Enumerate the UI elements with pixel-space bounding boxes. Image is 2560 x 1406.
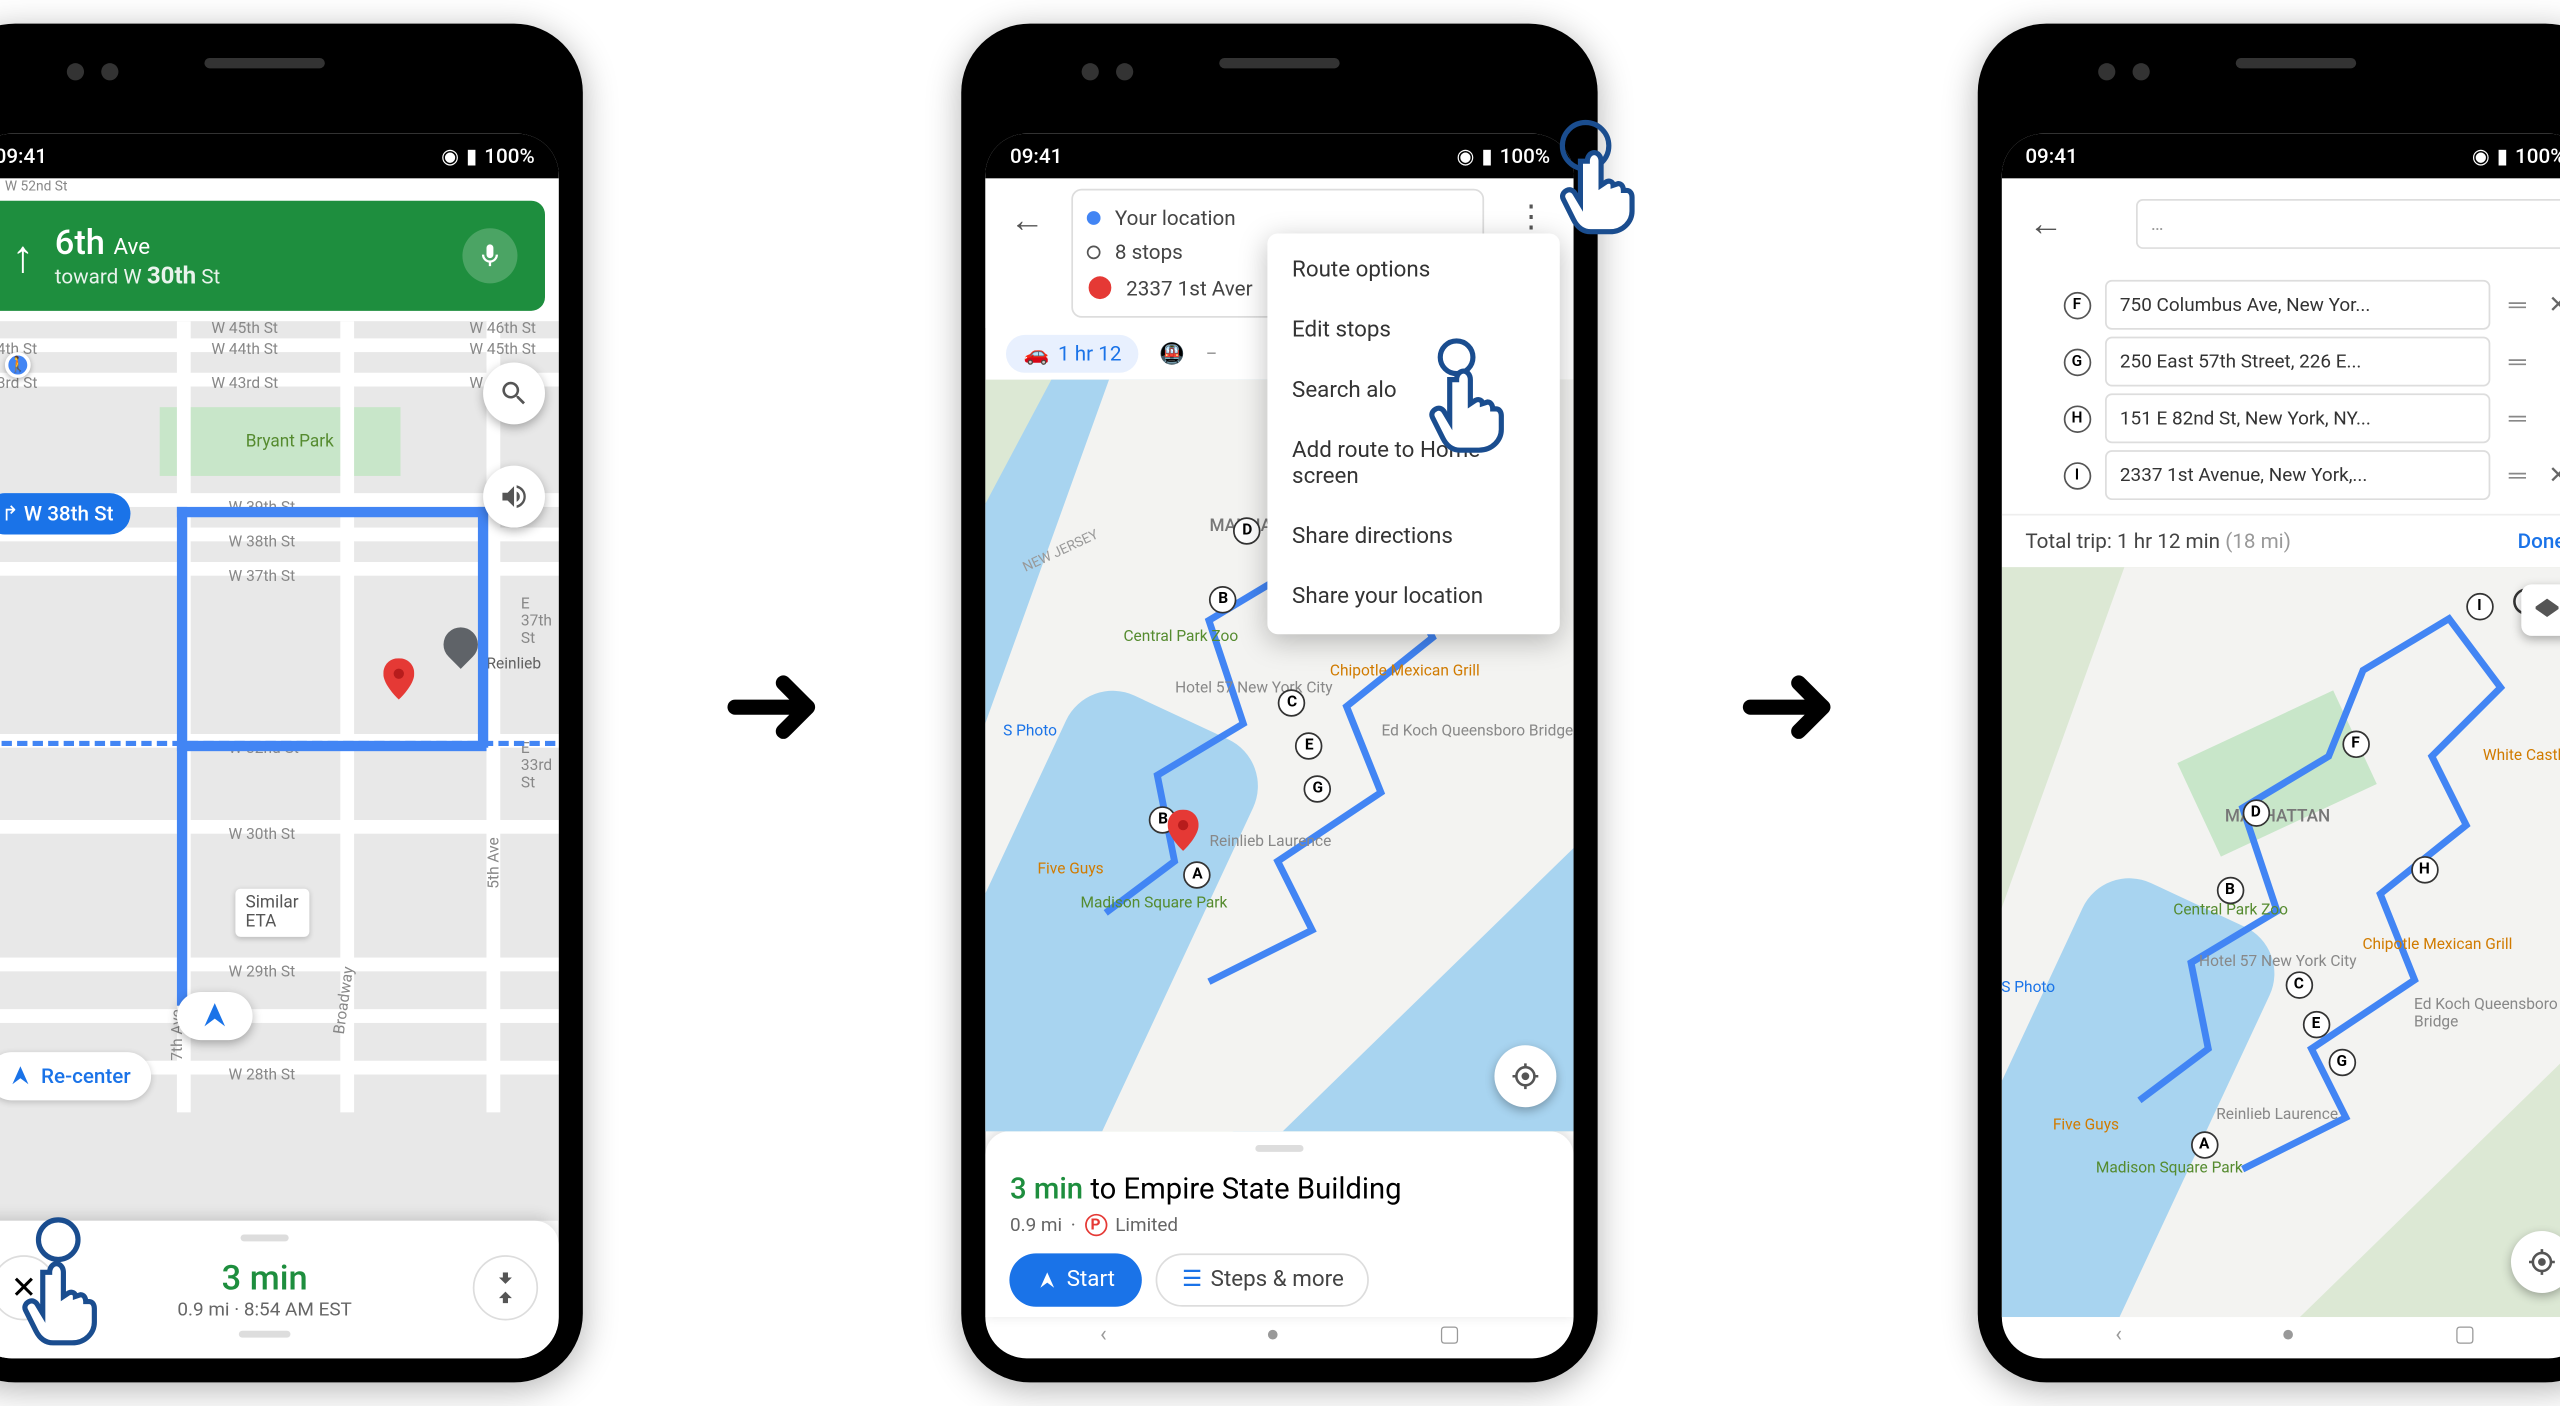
stop-row-h[interactable]: H 151 E 82nd St, New York, NY... ═ ✕: [2063, 393, 2560, 443]
status-time: 09:41: [0, 144, 47, 168]
nav-recent-icon[interactable]: ▢: [1439, 1321, 1460, 1347]
phone-directions: 09:41 ◉▮100% ← Your location 8 stops ⬤23…: [962, 24, 1598, 1383]
drag-handle-icon[interactable]: ═: [2503, 347, 2531, 376]
arrow-right-icon: ➜: [720, 630, 824, 776]
steps-button[interactable]: ☰ Steps & more: [1156, 1253, 1369, 1306]
menu-share-dir[interactable]: Share directions: [1268, 507, 1560, 567]
drag-handle-icon[interactable]: ═: [2503, 404, 2531, 433]
nav-back-icon[interactable]: ‹: [1100, 1321, 1107, 1347]
phone-nav: 09:41 ◉▮100% W 52nd St ↑ 6th Ave toward …: [0, 24, 583, 1383]
drag-handle-icon[interactable]: ═: [2503, 290, 2531, 319]
stop-letter: F: [2063, 291, 2091, 319]
walk-icon: 🚶: [5, 352, 31, 378]
remove-stop-icon[interactable]: ✕: [2545, 291, 2560, 319]
mode-drive[interactable]: 🚗1 hr 12: [1007, 335, 1139, 373]
routes-button[interactable]: [473, 1255, 538, 1320]
drag-handle-icon[interactable]: ═: [2503, 460, 2531, 489]
stop-row-f[interactable]: F 750 Columbus Ave, New Yor... ═ ✕: [2063, 280, 2560, 330]
done-button[interactable]: Done: [2518, 529, 2560, 553]
map-nav[interactable]: Bryant Park W 44th St W 43rd St W 45th S…: [0, 321, 559, 1221]
destination-pin-icon: [383, 658, 414, 689]
nav-bar: ‹●▢: [2001, 1317, 2560, 1358]
nav-home-icon[interactable]: ●: [1266, 1320, 1280, 1348]
nav-bar: ‹ ● ▢: [986, 1317, 1574, 1358]
mic-icon[interactable]: [462, 228, 517, 283]
tap-hint-menu: [1553, 141, 1636, 244]
tap-hint-edit: [1423, 359, 1506, 462]
phone-edit-stops: 09:41 ◉▮100% ← … F 750 Columbus Ave, New…: [1977, 24, 2560, 1383]
pin-icon: ⬤: [1087, 275, 1112, 301]
back-button[interactable]: ←: [2018, 192, 2073, 256]
nav-arrow-icon: ↑: [12, 229, 34, 282]
menu-popup: Route options Edit stops Search alo Add …: [1268, 233, 1560, 634]
nav-instruction[interactable]: ↑ 6th Ave toward W 30th St: [0, 201, 545, 311]
stop-row-i[interactable]: I 2337 1st Avenue, New York,... ═ ✕: [2063, 450, 2560, 500]
menu-search-along[interactable]: Search alo: [1268, 361, 1560, 421]
trip-summary: Total trip: 1 hr 12 min (18 mi) Done: [2001, 514, 2560, 567]
similar-eta: Similar ETA: [235, 889, 309, 937]
stop-row-g[interactable]: G 250 East 57th Street, 226 E... ═ ✕: [2063, 337, 2560, 387]
stop-letter: I: [2063, 461, 2091, 489]
layers-icon[interactable]: [2521, 584, 2560, 636]
route-sheet[interactable]: 3 min to Empire State Building 0.9 mi · …: [986, 1131, 1574, 1317]
eta-time: 3 min: [57, 1256, 473, 1297]
street-pill: ↱ W 38th St: [0, 493, 131, 534]
car-icon: 🚗: [1024, 342, 1050, 366]
start-button[interactable]: Start: [1010, 1253, 1142, 1306]
arrow-right-icon: ➜: [1736, 630, 1840, 776]
search-icon[interactable]: [483, 362, 545, 424]
recenter-button[interactable]: Re-center: [0, 1052, 151, 1100]
menu-edit-stops[interactable]: Edit stops: [1268, 301, 1560, 361]
stop-letter: H: [2063, 405, 2091, 433]
remove-stop-icon[interactable]: ✕: [2545, 461, 2560, 489]
status-bar: 09:41 ◉▮100%: [2001, 134, 2560, 179]
status-bar: 09:41 ◉▮100%: [0, 134, 559, 179]
stop-letter: G: [2063, 348, 2091, 376]
menu-add-home[interactable]: Add route to Home screen: [1268, 421, 1560, 507]
volume-icon[interactable]: [483, 466, 545, 528]
pin-icon: [1168, 810, 1199, 841]
tap-hint-close: [15, 1252, 98, 1355]
eta-detail: 0.9 mi · 8:54 AM EST: [57, 1297, 473, 1319]
map-edit[interactable]: MANHATTAN Central Park Zoo Hotel 57 New …: [2001, 567, 2560, 1317]
menu-route-options[interactable]: Route options: [1268, 240, 1560, 300]
transit-icon[interactable]: 🚇: [1159, 342, 1185, 366]
list-icon: ☰: [1182, 1267, 1202, 1293]
status-bar: 09:41 ◉▮100%: [986, 134, 1574, 179]
menu-share-loc[interactable]: Share your location: [1268, 567, 1560, 627]
parking-icon: P: [1084, 1214, 1106, 1236]
back-button[interactable]: ←: [1000, 189, 1055, 253]
nav-cursor: [177, 992, 253, 1040]
